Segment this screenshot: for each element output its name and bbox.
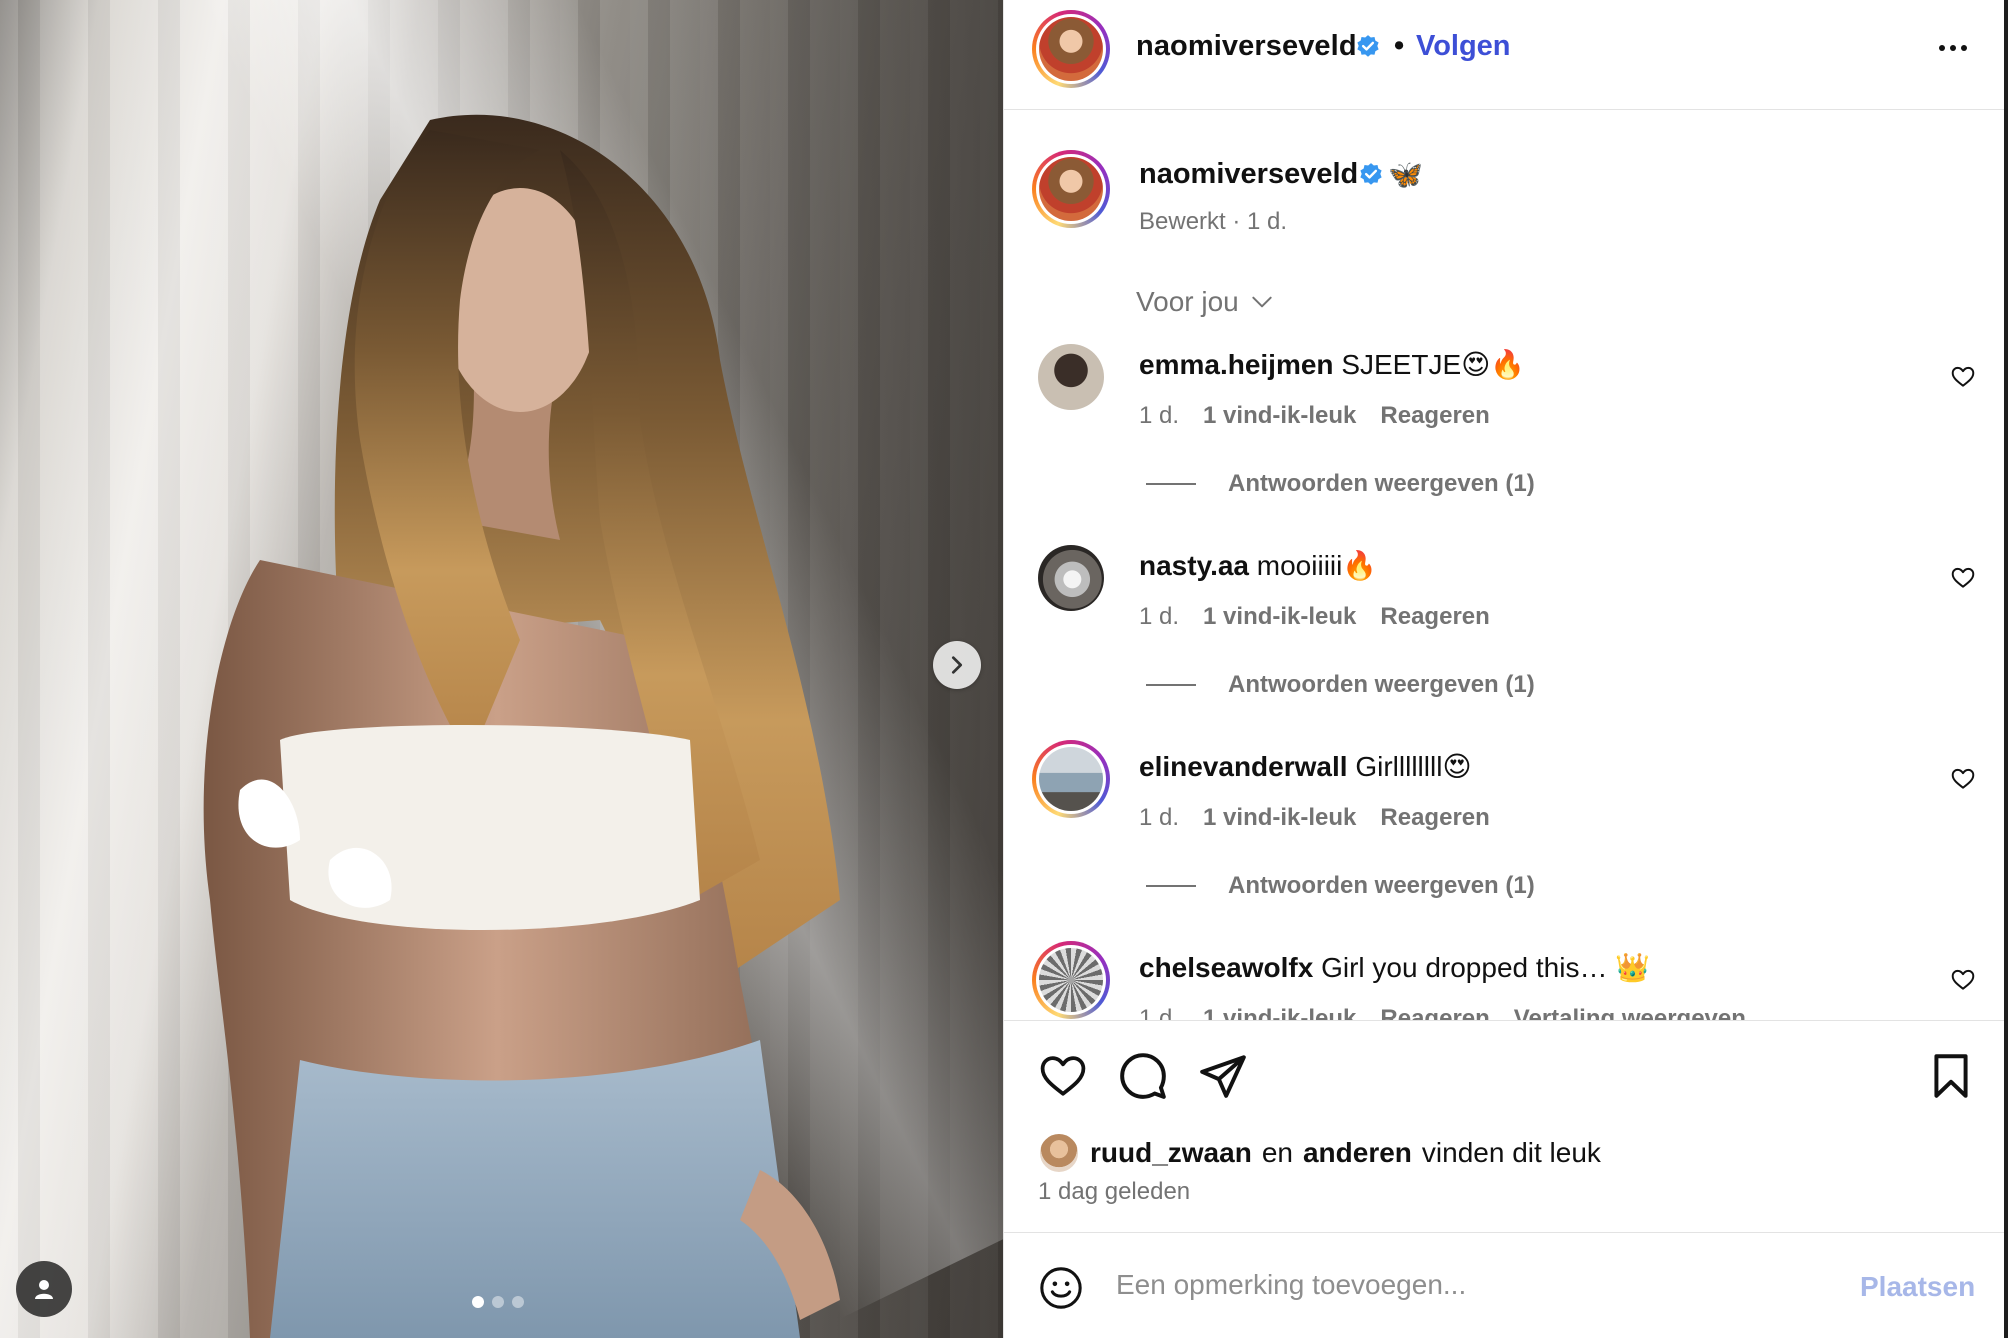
comment-text: SJEETJE😍🔥: [1341, 349, 1526, 380]
likes-others[interactable]: anderen: [1303, 1137, 1412, 1169]
reply-button[interactable]: Reageren: [1380, 402, 1489, 430]
author-avatar[interactable]: [1032, 10, 1110, 88]
comment-likes[interactable]: 1 vind-ik-leuk: [1203, 402, 1356, 430]
view-replies-label: Antwoorden weergeven (1): [1228, 470, 1535, 497]
likes-summary[interactable]: ruud_zwaan en anderen vinden dit leuk: [1038, 1132, 1601, 1174]
heart-outline-icon[interactable]: [1950, 967, 1976, 993]
caption-username[interactable]: naomiverseveld: [1139, 158, 1358, 191]
reply-button[interactable]: Reageren: [1380, 1005, 1489, 1020]
liker-avatar[interactable]: [1038, 1132, 1080, 1174]
reply-button[interactable]: Reageren: [1380, 804, 1489, 832]
comment-likes[interactable]: 1 vind-ik-leuk: [1203, 603, 1356, 631]
next-image-button[interactable]: [933, 641, 981, 689]
commenter-username[interactable]: nasty.aa: [1139, 550, 1249, 581]
commenter-avatar[interactable]: [1032, 740, 1110, 818]
comment-item: chelseawolfx Girl you dropped this… 👑 1 …: [1004, 933, 2005, 1020]
heart-outline-icon[interactable]: [1950, 766, 1976, 792]
likes-connector: en: [1261, 1137, 1293, 1168]
post-timestamp[interactable]: 1 dag geleden: [1038, 1178, 1190, 1206]
commenter-avatar[interactable]: [1032, 941, 1110, 1019]
carousel-dot: [472, 1296, 484, 1308]
commenter-username[interactable]: chelseawolfx: [1139, 952, 1313, 983]
comment-text: Girllllllll😍: [1355, 751, 1472, 782]
comment-bubble-icon[interactable]: [1118, 1051, 1168, 1101]
caption-avatar[interactable]: [1032, 150, 1110, 228]
comment-text: Girl you dropped this… 👑: [1321, 952, 1651, 983]
comment-sort-dropdown[interactable]: Voor jou: [1136, 286, 1275, 318]
reply-button[interactable]: Reageren: [1380, 603, 1489, 631]
carousel-dot: [492, 1296, 504, 1308]
header-separator: •: [1394, 30, 1405, 62]
translation-button[interactable]: Vertaling weergeven: [1514, 1005, 1746, 1020]
view-replies-button[interactable]: Antwoorden weergeven (1): [1146, 671, 1535, 699]
caption-text: 🦋: [1388, 159, 1423, 190]
commenter-avatar[interactable]: [1038, 545, 1104, 611]
likes-suffix: vinden dit leuk: [1421, 1137, 1601, 1168]
view-replies-button[interactable]: Antwoorden weergeven (1): [1146, 470, 1535, 498]
more-horizontal-icon: [1939, 45, 1945, 51]
verified-badge-icon: [1360, 163, 1382, 185]
comment-likes[interactable]: 1 vind-ik-leuk: [1203, 1005, 1356, 1020]
view-replies-label: Antwoorden weergeven (1): [1228, 872, 1535, 899]
bookmark-icon[interactable]: [1926, 1051, 1976, 1101]
view-replies-button[interactable]: Antwoorden weergeven (1): [1146, 872, 1535, 900]
post-action-bar: [1004, 1020, 2005, 1110]
heart-outline-icon[interactable]: [1950, 364, 1976, 390]
comment-item: elinevanderwall Girllllllll😍 1 d. 1 vind…: [1004, 732, 2005, 932]
window-edge: [2004, 0, 2008, 1338]
comment-text: mooiiiii🔥: [1256, 550, 1378, 581]
smiley-icon[interactable]: [1038, 1265, 1084, 1311]
comment-item: emma.heijmen SJEETJE😍🔥 1 d. 1 vind-ik-le…: [1004, 330, 2005, 530]
author-username[interactable]: naomiverseveld: [1136, 30, 1357, 63]
post-header: naomiverseveld • Volgen: [1004, 0, 2005, 110]
view-replies-label: Antwoorden weergeven (1): [1228, 671, 1535, 698]
liker-username[interactable]: ruud_zwaan: [1090, 1137, 1252, 1169]
comment-likes[interactable]: 1 vind-ik-leuk: [1203, 804, 1356, 832]
comment-item: nasty.aa mooiiiii🔥 1 d. 1 vind-ik-leuk R…: [1004, 531, 2005, 731]
user-tag-icon: [35, 1280, 53, 1299]
tagged-users-button[interactable]: [16, 1261, 72, 1317]
more-options-button[interactable]: [1932, 33, 1974, 63]
commenter-avatar[interactable]: [1038, 344, 1104, 410]
post-side-panel: naomiverseveld • Volgen naomiverseveld 🦋…: [1003, 0, 2008, 1338]
carousel-indicator: [472, 1296, 524, 1308]
comment-time: 1 d.: [1139, 804, 1180, 831]
paper-plane-icon[interactable]: [1198, 1051, 1248, 1101]
woman-figure: [203, 114, 840, 1338]
comments-list[interactable]: emma.heijmen SJEETJE😍🔥 1 d. 1 vind-ik-le…: [1004, 330, 2005, 1020]
chevron-down-icon: [1252, 296, 1272, 308]
commenter-username[interactable]: emma.heijmen: [1139, 349, 1334, 380]
verified-badge-icon: [1357, 35, 1379, 57]
heart-outline-icon[interactable]: [1950, 565, 1976, 591]
comment-time: 1 d.: [1139, 1005, 1180, 1020]
add-comment-bar: Plaatsen: [1004, 1232, 2005, 1338]
sort-label: Voor jou: [1136, 286, 1239, 317]
heart-icon[interactable]: [1038, 1051, 1088, 1101]
comment-time: 1 d.: [1139, 603, 1180, 630]
carousel-dot: [512, 1296, 524, 1308]
caption-meta: Bewerkt · 1 d.: [1139, 208, 1288, 235]
comment-time: 1 d.: [1139, 402, 1180, 429]
follow-button[interactable]: Volgen: [1416, 30, 1511, 63]
post-photo[interactable]: [0, 0, 1003, 1338]
comment-input[interactable]: [1116, 1255, 1816, 1315]
commenter-username[interactable]: elinevanderwall: [1139, 751, 1348, 782]
chevron-right-icon: [951, 656, 963, 674]
post-comment-button[interactable]: Plaatsen: [1860, 1271, 1975, 1303]
